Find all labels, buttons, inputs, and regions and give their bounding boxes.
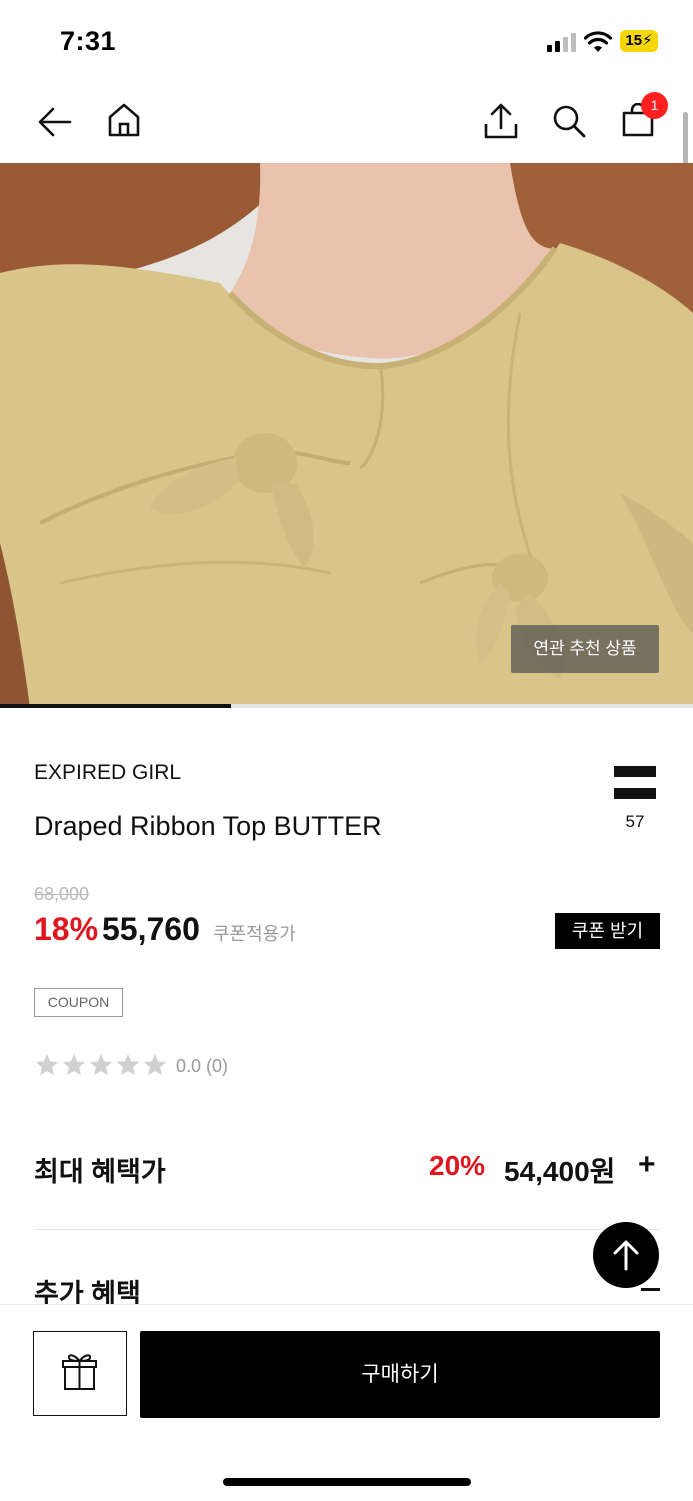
- battery-icon: 15⚡: [620, 30, 658, 52]
- buy-button[interactable]: 구매하기: [140, 1331, 660, 1418]
- sale-price: 55,760: [102, 911, 200, 947]
- image-progress-fill: [0, 704, 231, 708]
- back-arrow-icon[interactable]: [36, 104, 74, 140]
- max-benefit-price: 54,400원: [504, 1156, 616, 1187]
- rating-text: 0.0 (0): [176, 1056, 229, 1076]
- expand-benefit-button[interactable]: +: [638, 1148, 656, 1182]
- like-icon[interactable]: [614, 766, 656, 800]
- rating-stars: [34, 1052, 168, 1080]
- signal-icon: [547, 33, 576, 52]
- home-icon[interactable]: [106, 102, 142, 138]
- related-products-button[interactable]: 연관 추천 상품: [511, 625, 659, 673]
- cart-count-badge: 1: [641, 92, 668, 119]
- gift-button[interactable]: [33, 1331, 127, 1416]
- star-icon: [116, 1053, 140, 1076]
- star-icon: [62, 1053, 86, 1076]
- collapse-icon[interactable]: [641, 1288, 660, 1291]
- home-indicator: [223, 1478, 471, 1486]
- discount-rate: 18%: [34, 911, 99, 947]
- status-time: 7:31: [60, 26, 117, 56]
- coupon-price-note: 쿠폰적용가: [213, 924, 296, 944]
- original-price: 68,000: [34, 884, 90, 904]
- search-icon[interactable]: [551, 103, 587, 139]
- max-benefit-discount: 20%: [429, 1150, 486, 1181]
- coupon-tag: COUPON: [34, 988, 123, 1017]
- max-benefit-label: 최대 혜택가: [34, 1157, 166, 1187]
- star-icon: [143, 1053, 167, 1076]
- scroll-to-top-button[interactable]: [593, 1222, 659, 1288]
- product-title: Draped Ribbon Top BUTTER: [34, 811, 382, 841]
- get-coupon-button[interactable]: 쿠폰 받기: [555, 913, 660, 949]
- gift-icon: [62, 1354, 97, 1390]
- like-count: 57: [625, 812, 645, 831]
- wifi-icon: [584, 31, 612, 52]
- star-icon: [35, 1053, 59, 1076]
- star-icon: [89, 1053, 113, 1076]
- battery-level: 15: [625, 32, 643, 49]
- arrow-up-icon: [613, 1240, 639, 1271]
- brand-name[interactable]: EXPIRED GIRL: [34, 761, 181, 785]
- divider: [34, 1229, 659, 1230]
- share-icon[interactable]: [483, 102, 519, 140]
